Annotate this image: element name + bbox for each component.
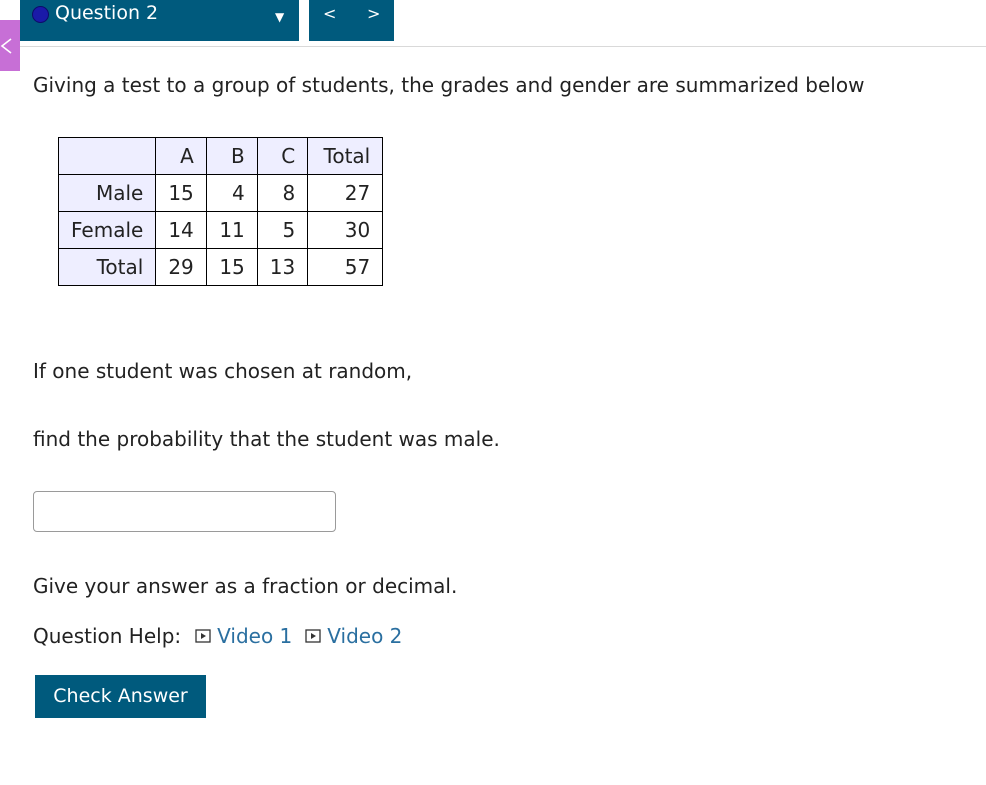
question-selector[interactable]: Question 2 ▼ [20, 0, 299, 41]
header-divider [0, 46, 986, 47]
video-2-label: Video 2 [327, 624, 403, 648]
video-icon [305, 629, 321, 643]
answer-hint: Give your answer as a fraction or decima… [33, 574, 458, 598]
table-cell: 29 [155, 248, 207, 286]
chevron-left-icon [0, 38, 12, 54]
table-header-cell: B [205, 137, 258, 175]
table-header-row: A B C Total [57, 137, 384, 175]
next-question-button[interactable]: > [367, 4, 380, 24]
question-intro: Giving a test to a group of students, th… [33, 73, 865, 97]
table-row: Male 15 4 8 27 [57, 174, 384, 212]
table-cell: 5 [256, 211, 309, 249]
table-cell: 14 [155, 211, 207, 249]
table-cell: 57 [307, 248, 384, 286]
question-prompt-detail: find the probability that the student wa… [33, 427, 500, 451]
question-help: Question Help: Video 1 Video 2 [33, 623, 415, 649]
answer-input[interactable] [33, 491, 336, 532]
video-1-link[interactable]: Video 1 [195, 623, 292, 649]
question-nav: < > [309, 0, 394, 41]
table-header-cell: C [256, 137, 309, 175]
table-row: Female 14 11 5 30 [57, 211, 384, 249]
table-header-cell: A [155, 137, 207, 175]
caret-down-icon: ▼ [275, 10, 285, 24]
video-1-label: Video 1 [217, 624, 293, 648]
table-header-cell: Total [307, 137, 384, 175]
question-page: Question 2 ▼ < > Giving a test to a grou… [0, 0, 986, 785]
question-prompt: If one student was chosen at random, [33, 359, 413, 383]
table-cell: 27 [307, 174, 384, 212]
video-2-link[interactable]: Video 2 [305, 623, 402, 649]
grades-table: A B C Total Male 15 4 8 27 Female 14 11 … [57, 137, 384, 286]
table-cell: 8 [256, 174, 309, 212]
table-row-label: Total [57, 248, 157, 286]
question-status-dot [32, 6, 49, 23]
table-cell: 15 [205, 248, 258, 286]
check-answer-button[interactable]: Check Answer [35, 675, 206, 718]
prev-question-button[interactable]: < [323, 4, 336, 24]
table-header-cell [57, 137, 157, 175]
table-row: Total 29 15 13 57 [57, 248, 384, 286]
question-label: Question 2 [55, 2, 159, 24]
table-cell: 11 [205, 211, 258, 249]
table-row-label: Male [57, 174, 157, 212]
video-icon [195, 629, 211, 643]
table-cell: 4 [205, 174, 258, 212]
question-help-label: Question Help: [33, 624, 182, 648]
table-cell: 13 [256, 248, 309, 286]
sidebar-toggle[interactable] [0, 20, 20, 71]
table-row-label: Female [57, 211, 157, 249]
table-cell: 15 [155, 174, 207, 212]
table-cell: 30 [307, 211, 384, 249]
